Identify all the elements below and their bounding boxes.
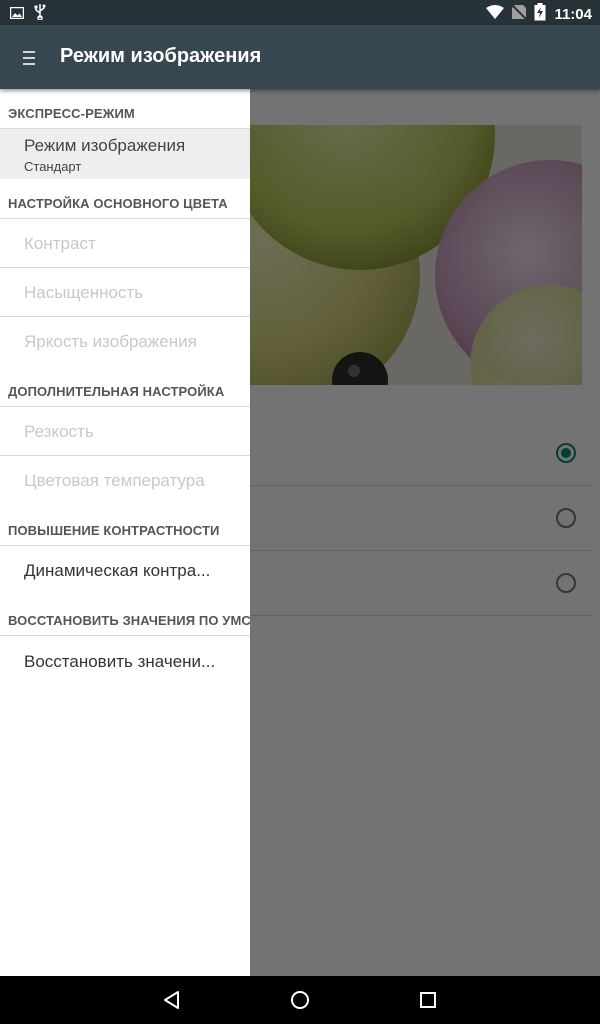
drawer-item-sharpness[interactable]: Резкость bbox=[0, 407, 250, 456]
drawer-item-label: Режим изображения bbox=[24, 136, 186, 155]
section-header-label: НАСТРОЙКА ОСНОВНОГО ЦВЕТА bbox=[8, 196, 228, 211]
drawer-item-color-temperature[interactable]: Цветовая температура bbox=[0, 456, 250, 505]
home-icon[interactable] bbox=[288, 988, 312, 1012]
drawer-item-label: Восстановить значени... bbox=[24, 652, 216, 671]
status-bar: 11:04 bbox=[0, 0, 600, 25]
drawer-item-dynamic-contrast[interactable]: Динамическая контра... bbox=[0, 546, 250, 595]
drawer-item-label: Яркость изображения bbox=[24, 332, 197, 351]
drawer-item-sublabel: Стандарт bbox=[24, 159, 82, 174]
section-header-label: ВОССТАНОВИТЬ ЗНАЧЕНИЯ ПО УМС bbox=[8, 613, 250, 628]
drawer-item-restore-defaults[interactable]: Восстановить значени... bbox=[0, 637, 250, 686]
recents-icon[interactable] bbox=[416, 988, 440, 1012]
image-notification-icon bbox=[9, 6, 25, 24]
wifi-icon bbox=[486, 5, 505, 24]
usb-icon bbox=[34, 4, 46, 25]
drawer-item-label: Контраст bbox=[24, 234, 96, 253]
clock: 11:04 bbox=[554, 6, 592, 23]
section-header-label: ДОПОЛНИТЕЛЬНАЯ НАСТРОЙКА bbox=[8, 384, 225, 399]
toolbar: Режим изображения bbox=[0, 25, 600, 89]
drawer-item-label: Резкость bbox=[24, 422, 94, 441]
section-header-contrast-boost: ПОВЫШЕНИЕ КОНТРАСТНОСТИ bbox=[0, 506, 250, 546]
navigation-drawer: ЭКСПРЕСС-РЕЖИМ Режим изображения Стандар… bbox=[0, 89, 250, 976]
section-header-label: ЭКСПРЕСС-РЕЖИМ bbox=[8, 106, 135, 121]
drawer-item-picture-mode[interactable]: Режим изображения Стандарт bbox=[0, 129, 250, 179]
no-sim-icon bbox=[511, 4, 528, 24]
section-header-advanced: ДОПОЛНИТЕЛЬНАЯ НАСТРОЙКА bbox=[0, 367, 250, 407]
section-header-restore-defaults: ВОССТАНОВИТЬ ЗНАЧЕНИЯ ПО УМС bbox=[0, 596, 250, 636]
drawer-item-label: Динамическая контра... bbox=[24, 561, 211, 580]
menu-icon[interactable] bbox=[14, 43, 44, 73]
page-title: Режим изображения bbox=[60, 45, 262, 67]
drawer-item-saturation[interactable]: Насыщенность bbox=[0, 268, 250, 317]
section-header-label: ПОВЫШЕНИЕ КОНТРАСТНОСТИ bbox=[8, 523, 220, 538]
battery-charging-icon bbox=[534, 3, 546, 26]
drawer-item-contrast[interactable]: Контраст bbox=[0, 219, 250, 268]
drawer-item-label: Цветовая температура bbox=[24, 471, 205, 490]
back-icon[interactable] bbox=[160, 988, 184, 1012]
drawer-item-brightness[interactable]: Яркость изображения bbox=[0, 317, 250, 366]
drawer-item-label: Насыщенность bbox=[24, 283, 144, 302]
section-header-express: ЭКСПРЕСС-РЕЖИМ bbox=[0, 89, 250, 129]
section-header-basic-color: НАСТРОЙКА ОСНОВНОГО ЦВЕТА bbox=[0, 179, 250, 219]
navigation-bar bbox=[0, 976, 600, 1024]
screen: 11:04 Режим изображения ЭКСПРЕСС-РЕЖИМ Р… bbox=[0, 0, 600, 1024]
